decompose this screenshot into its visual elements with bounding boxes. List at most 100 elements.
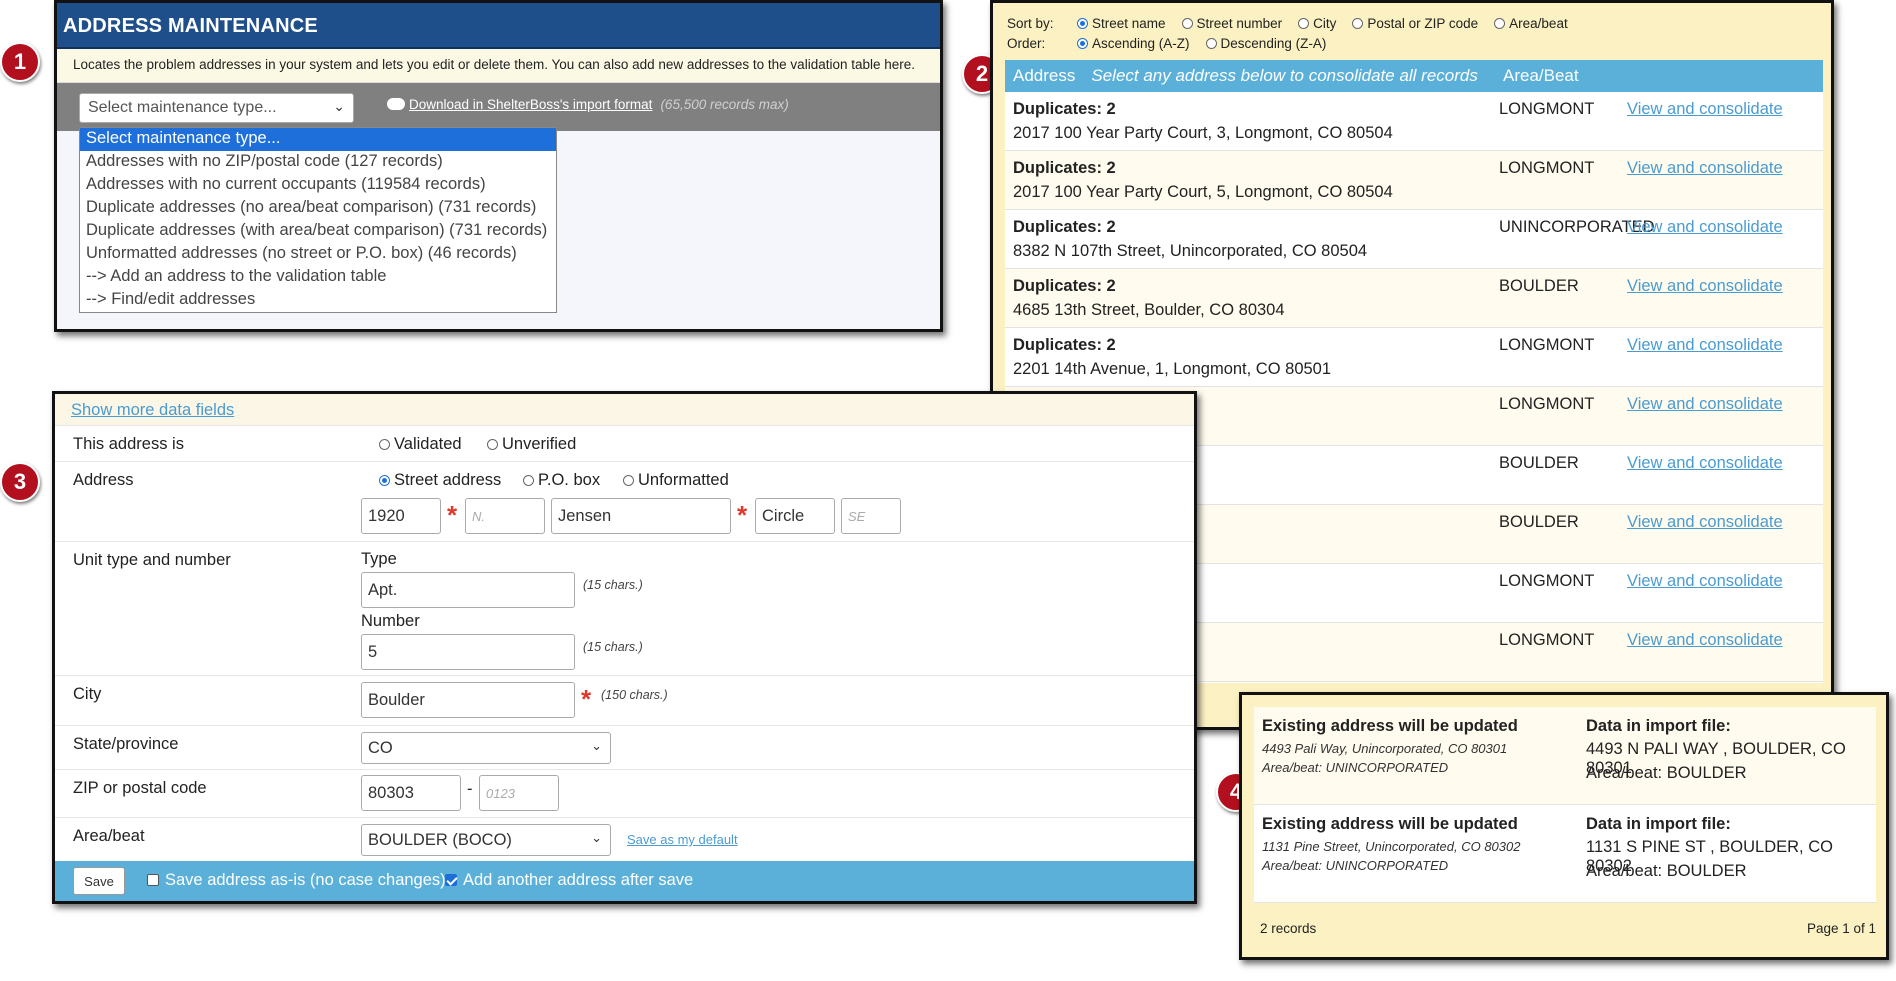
city-field[interactable]: Boulder	[361, 682, 575, 718]
sort-option-label: Postal or ZIP code	[1367, 15, 1479, 31]
zip-row: ZIP or postal code 80303 - 0123	[55, 770, 1194, 818]
checkbox-checked-icon[interactable]	[445, 874, 457, 886]
view-and-consolidate-link[interactable]: View and consolidate	[1627, 572, 1783, 591]
street-prefix-field[interactable]: N.	[465, 498, 545, 534]
checkbox-icon[interactable]	[147, 874, 159, 886]
address-maintenance-panel: ADDRESS MAINTENANCE Locates the problem …	[54, 0, 943, 332]
radio-icon[interactable]	[379, 475, 390, 486]
view-and-consolidate-link[interactable]: View and consolidate	[1627, 159, 1783, 178]
unit-number-field[interactable]: 5	[361, 634, 575, 670]
radio-icon[interactable]	[1298, 17, 1310, 29]
unverified-option[interactable]: Unverified	[487, 435, 576, 454]
existing-address: 4493 Pali Way, Unincorporated, CO 80301	[1262, 741, 1508, 756]
maintenance-type-select[interactable]: Select maintenance type... ⌄	[79, 93, 354, 123]
street-address-label: Street address	[394, 471, 502, 489]
view-and-consolidate-link[interactable]: View and consolidate	[1627, 336, 1783, 355]
unit-type-field[interactable]: Apt.	[361, 572, 575, 608]
sort-option-label: Area/beat	[1509, 15, 1568, 31]
po-box-label: P.O. box	[538, 471, 601, 489]
street-name-field[interactable]: Jensen	[551, 498, 731, 534]
street-number-field[interactable]: 1920	[361, 498, 441, 534]
radio-icon[interactable]	[1205, 37, 1217, 49]
existing-address: 1131 Pine Street, Unincorporated, CO 803…	[1262, 839, 1521, 854]
view-and-consolidate-link[interactable]: View and consolidate	[1627, 100, 1783, 119]
radio-icon[interactable]	[1181, 17, 1193, 29]
column-hint: Select any address below to consolidate …	[1091, 66, 1478, 85]
dropdown-option[interactable]: --> Add an address to the validation tab…	[80, 266, 556, 289]
radio-icon[interactable]	[487, 439, 498, 450]
dropdown-option[interactable]: Duplicate addresses (no area/beat compar…	[80, 197, 556, 220]
view-and-consolidate-link[interactable]: View and consolidate	[1627, 513, 1783, 532]
save-as-is-checkbox[interactable]: Save address as-is (no case changes)	[147, 871, 446, 890]
radio-icon[interactable]	[1352, 17, 1364, 29]
city-hint: (150 chars.)	[601, 688, 668, 702]
zip-field[interactable]: 80303	[361, 775, 461, 811]
street-suffix-field[interactable]: SE	[841, 498, 901, 534]
view-and-consolidate-link[interactable]: View and consolidate	[1627, 631, 1783, 650]
panel-description: Locates the problem addresses in your sy…	[57, 49, 940, 83]
sort-zip[interactable]: Postal or ZIP code	[1352, 16, 1478, 31]
required-asterisk: *	[447, 500, 458, 530]
import-area: Area/beat: BOULDER	[1586, 862, 1747, 880]
dropdown-option[interactable]: Select maintenance type...	[80, 128, 556, 151]
table-row: Duplicates: 2 8382 N 107th Street, Uninco…	[1005, 210, 1823, 269]
dropdown-option[interactable]: Unformatted addresses (no street or P.O.…	[80, 243, 556, 266]
state-row: State/province CO ⌄	[55, 726, 1194, 770]
radio-icon[interactable]	[623, 475, 634, 486]
view-and-consolidate-link[interactable]: View and consolidate	[1627, 454, 1783, 473]
sort-street-name[interactable]: Street name	[1077, 16, 1166, 31]
area-beat-label: Area/beat	[73, 827, 145, 845]
order-ascending[interactable]: Ascending (A-Z)	[1077, 36, 1190, 51]
dropdown-option[interactable]: Duplicate addresses (with area/beat comp…	[80, 220, 556, 243]
unformatted-option[interactable]: Unformatted	[623, 471, 729, 490]
radio-icon[interactable]	[1077, 17, 1088, 29]
zip-extension-field[interactable]: 0123	[479, 775, 559, 811]
dropdown-option[interactable]: --> Find/edit addresses	[80, 289, 556, 312]
row-area-beat: LONGMONT	[1499, 395, 1595, 413]
validated-option[interactable]: Validated	[379, 435, 462, 454]
show-more-fields-link[interactable]: Show more data fields	[55, 394, 1194, 426]
dropdown-option[interactable]: Addresses with no current occupants (119…	[80, 174, 556, 197]
chevron-down-icon: ⌄	[591, 738, 602, 753]
maintenance-toolbar: Select maintenance type... ⌄ Download in…	[57, 83, 940, 131]
radio-icon[interactable]	[1077, 37, 1088, 49]
radio-icon[interactable]	[379, 439, 390, 450]
dropdown-option[interactable]: Addresses with no ZIP/postal code (127 r…	[80, 151, 556, 174]
view-and-consolidate-link[interactable]: View and consolidate	[1627, 395, 1783, 414]
street-type-field[interactable]: Circle	[755, 498, 835, 534]
download-link[interactable]: Download in ShelterBoss's import format	[409, 97, 652, 112]
duplicate-address: 2201 14th Avenue, 1, Longmont, CO 80501	[1013, 360, 1332, 378]
zip-dash: -	[467, 780, 473, 798]
cloud-download-icon	[387, 98, 405, 110]
sort-controls: Sort by: Street name Street number City …	[993, 3, 1831, 53]
save-button[interactable]: Save	[73, 867, 125, 895]
area-beat-select[interactable]: BOULDER (BOCO) ⌄	[361, 824, 611, 856]
sort-area-beat[interactable]: Area/beat	[1494, 16, 1568, 31]
radio-icon[interactable]	[523, 475, 534, 486]
po-box-option[interactable]: P.O. box	[523, 471, 600, 490]
street-address-option[interactable]: Street address	[379, 471, 501, 490]
existing-area: Area/beat: UNINCORPORATED	[1262, 858, 1449, 873]
radio-icon[interactable]	[1494, 17, 1506, 29]
add-another-checkbox[interactable]: Add another address after save	[445, 871, 693, 890]
sort-city[interactable]: City	[1298, 16, 1336, 31]
type-label: Type	[361, 550, 397, 568]
save-as-is-label: Save address as-is (no case changes)	[165, 871, 446, 889]
sort-street-number[interactable]: Street number	[1181, 16, 1282, 31]
area-beat-row: Area/beat BOULDER (BOCO) ⌄ Save as my de…	[55, 818, 1194, 862]
existing-title: Existing address will be updated	[1262, 717, 1518, 735]
row-area-beat: LONGMONT	[1499, 631, 1595, 649]
validated-label: Validated	[394, 435, 462, 453]
city-row: City Boulder * (150 chars.)	[55, 676, 1194, 726]
order-option-label: Descending (Z-A)	[1220, 35, 1327, 51]
view-and-consolidate-link[interactable]: View and consolidate	[1627, 277, 1783, 296]
state-select[interactable]: CO ⌄	[361, 732, 611, 764]
import-record: Existing address will be updated 1131 Pi…	[1254, 805, 1876, 903]
save-as-default-link[interactable]: Save as my default	[627, 832, 738, 847]
order-descending[interactable]: Descending (Z-A)	[1205, 35, 1327, 51]
number-label: Number	[361, 612, 420, 630]
sort-option-label: Street name	[1092, 15, 1166, 31]
city-label: City	[73, 685, 102, 703]
view-and-consolidate-link[interactable]: View and consolidate	[1627, 218, 1783, 237]
download-import-format[interactable]: Download in ShelterBoss's import format (…	[387, 97, 789, 112]
